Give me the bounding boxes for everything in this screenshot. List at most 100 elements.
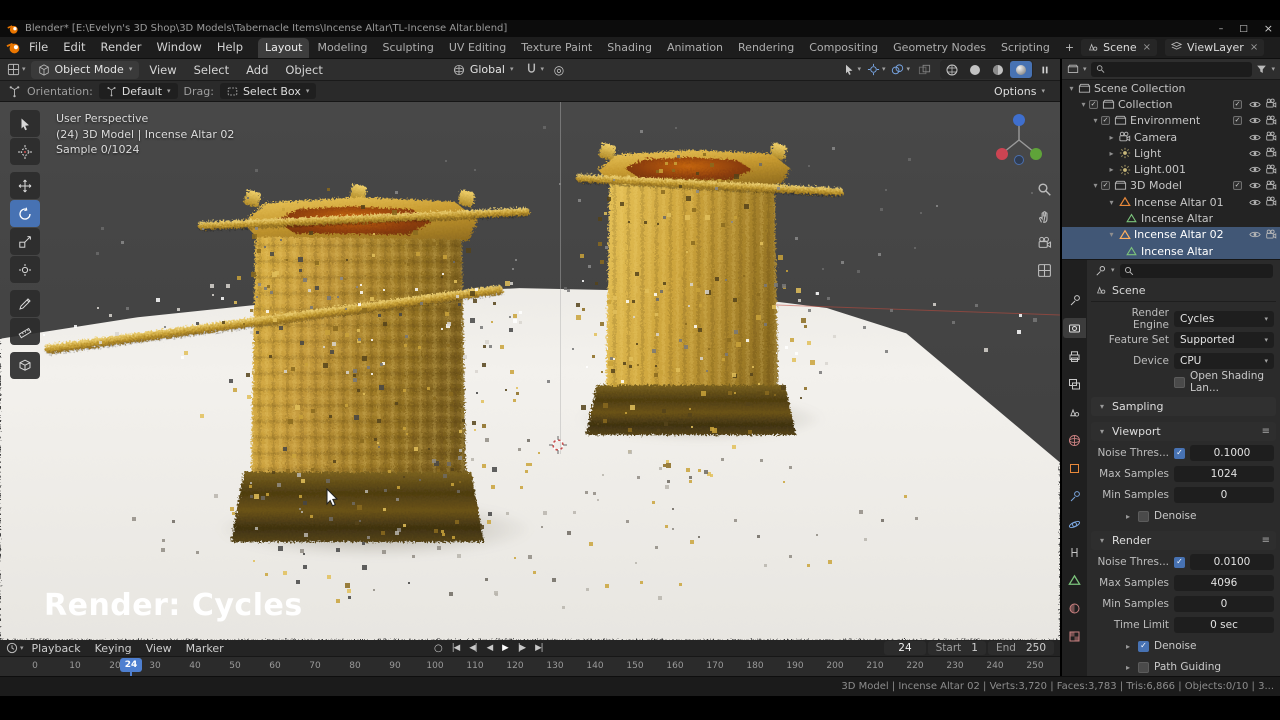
expander-icon[interactable]: ▾ — [1066, 84, 1077, 93]
xray-toggle[interactable] — [914, 61, 934, 79]
jump-to-start-button[interactable]: |◀ — [448, 642, 463, 654]
proportional-edit-toggle[interactable]: ◎ — [549, 61, 569, 79]
vp-noise-checkbox[interactable]: ✓ — [1174, 447, 1185, 459]
tab-uv-editing[interactable]: UV Editing — [442, 38, 513, 58]
outliner-row-collection[interactable]: ▾ ✓ Collection ✓ — [1062, 96, 1280, 112]
tab-scripting[interactable]: Scripting — [994, 38, 1057, 58]
eye-icon[interactable] — [1249, 181, 1261, 190]
shading-solid-button[interactable] — [964, 61, 986, 78]
overlays-toggle[interactable]: ▾ — [889, 61, 912, 79]
tab-shading[interactable]: Shading — [600, 38, 659, 58]
eye-icon[interactable] — [1249, 198, 1261, 207]
toggle-ortho-button[interactable] — [1035, 261, 1053, 279]
prev-keyframe-button[interactable]: ◀| — [465, 642, 480, 654]
play-reverse-button[interactable]: ◀ — [483, 642, 497, 654]
outliner-row-incense-altar-data[interactable]: Incense Altar — [1062, 210, 1280, 226]
current-frame-field[interactable]: 24 — [884, 641, 926, 655]
expander-icon[interactable]: ▸ — [1123, 642, 1133, 651]
pan-view-button[interactable] — [1035, 207, 1053, 225]
ptab-constraints[interactable] — [1063, 542, 1086, 562]
expander-icon[interactable]: ▸ — [1106, 165, 1117, 174]
menu-keying[interactable]: Keying — [89, 641, 138, 656]
menu-edit[interactable]: Edit — [56, 37, 92, 57]
device-dropdown[interactable]: CPU ▾ — [1174, 353, 1274, 369]
eye-icon[interactable] — [1249, 100, 1261, 109]
menu-view[interactable]: View — [142, 60, 183, 80]
properties-editor-icon[interactable] — [1094, 265, 1106, 277]
navigation-gizmo[interactable] — [987, 108, 1051, 172]
ptab-scene[interactable] — [1063, 402, 1086, 422]
start-frame-field[interactable]: Start 1 — [927, 641, 986, 655]
outliner-search-input[interactable] — [1108, 63, 1248, 75]
next-keyframe-button[interactable]: |▶ — [514, 642, 529, 654]
render-engine-dropdown[interactable]: Cycles ▾ — [1174, 311, 1274, 327]
outliner-row-environment[interactable]: ▾ ✓ Environment ✓ — [1062, 113, 1280, 129]
vp-noise-field[interactable]: 0.1000 — [1190, 445, 1274, 461]
ptab-world[interactable] — [1063, 430, 1086, 450]
orientation-dropdown[interactable]: Default ▾ — [98, 83, 178, 99]
incense-altar-model-left[interactable] — [231, 183, 484, 542]
jump-to-end-button[interactable]: ▶| — [531, 642, 546, 654]
ptab-data[interactable] — [1063, 570, 1086, 590]
eye-icon[interactable] — [1249, 133, 1261, 142]
camera-visibility-icon[interactable] — [1265, 98, 1277, 110]
outliner-row-light[interactable]: ▸ Light — [1062, 145, 1280, 161]
editor-type-button[interactable]: ▾ — [5, 61, 28, 79]
expander-icon[interactable]: ▾ — [1106, 198, 1117, 207]
expander-icon[interactable]: ▸ — [1123, 663, 1133, 672]
panel-menu-icon[interactable]: ≡ — [1262, 426, 1270, 437]
blender-menu-icon[interactable] — [6, 40, 21, 55]
transform-orientation-dropdown[interactable]: Global ▾ — [446, 61, 521, 79]
ptab-render[interactable] — [1063, 318, 1086, 338]
ptab-modifiers[interactable] — [1063, 486, 1086, 506]
zoom-button[interactable] — [1035, 180, 1053, 198]
tab-layout[interactable]: Layout — [258, 38, 310, 58]
end-frame-field[interactable]: End 250 — [987, 641, 1054, 655]
eye-icon[interactable] — [1249, 165, 1261, 174]
shading-material-button[interactable] — [987, 61, 1009, 78]
tool-cursor[interactable] — [10, 138, 40, 165]
tool-move[interactable] — [10, 172, 40, 199]
vp-min-samples-field[interactable]: 0 — [1174, 487, 1274, 503]
camera-visibility-icon[interactable] — [1265, 196, 1277, 208]
options-dropdown[interactable]: Options ▾ — [987, 83, 1052, 99]
expander-icon[interactable]: ▾ — [1078, 100, 1089, 109]
camera-visibility-icon[interactable] — [1265, 131, 1277, 143]
r-max-samples-field[interactable]: 4096 — [1174, 575, 1274, 591]
scene-unlink-icon[interactable]: × — [1143, 42, 1151, 53]
chevron-down-icon[interactable]: ▾ — [20, 644, 24, 652]
tool-add-cube[interactable] — [10, 352, 40, 379]
vp-denoise-checkbox[interactable] — [1138, 510, 1149, 522]
outliner-search[interactable] — [1090, 61, 1253, 77]
ptab-texture[interactable] — [1063, 626, 1086, 646]
expander-icon[interactable]: ▾ — [1090, 181, 1101, 190]
viewport-subpanel-header[interactable]: ▾ Viewport ≡ — [1091, 422, 1276, 441]
gizmo-toggle[interactable]: ▾ — [865, 61, 888, 79]
camera-view-button[interactable] — [1035, 234, 1053, 252]
camera-visibility-icon[interactable] — [1265, 180, 1277, 192]
ptab-physics[interactable] — [1063, 514, 1086, 534]
close-button[interactable]: × — [1264, 22, 1273, 35]
pause-render-button[interactable] — [1035, 61, 1055, 79]
ptab-tool[interactable] — [1063, 290, 1086, 310]
camera-visibility-icon[interactable] — [1265, 164, 1277, 176]
tool-measure[interactable] — [10, 318, 40, 345]
sampling-panel-header[interactable]: ▾ Sampling — [1091, 397, 1276, 416]
outliner-row-camera[interactable]: ▸ Camera — [1062, 129, 1280, 145]
eye-icon[interactable] — [1249, 116, 1261, 125]
snap-toggle[interactable]: ▾ — [523, 61, 546, 79]
render-subpanel-header[interactable]: ▾ Render ≡ — [1091, 531, 1276, 550]
path-guiding-checkbox[interactable] — [1138, 661, 1149, 673]
tab-modeling[interactable]: Modeling — [310, 38, 374, 58]
gizmo-y-axis[interactable] — [1030, 148, 1042, 160]
maximize-button[interactable]: □ — [1239, 24, 1248, 34]
ptab-view-layer[interactable] — [1063, 374, 1086, 394]
tool-annotate[interactable] — [10, 290, 40, 317]
r-noise-field[interactable]: 0.0100 — [1190, 554, 1274, 570]
osl-checkbox[interactable] — [1174, 376, 1185, 388]
expander-icon[interactable]: ▸ — [1106, 133, 1117, 142]
timeline-ruler[interactable]: 0 10 20 30 40 50 60 70 80 90 100 110 120… — [0, 657, 1060, 676]
tab-rendering[interactable]: Rendering — [731, 38, 801, 58]
menu-add[interactable]: Add — [239, 60, 275, 80]
drag-mode-dropdown[interactable]: Select Box ▾ — [219, 83, 317, 99]
